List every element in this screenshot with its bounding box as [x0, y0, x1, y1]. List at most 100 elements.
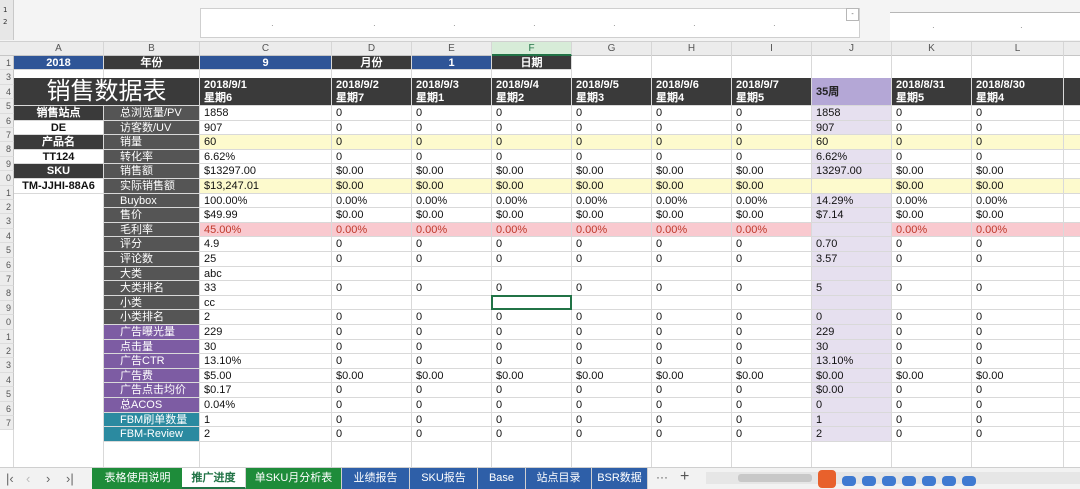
outline-level-buttons[interactable]: 1 2: [0, 0, 14, 40]
metric-value[interactable]: $0.00: [892, 179, 972, 194]
metric-value[interactable]: 0: [972, 354, 1064, 369]
metric-value[interactable]: 0: [732, 252, 812, 267]
metric-value[interactable]: 0: [492, 135, 572, 150]
sheet-tab[interactable]: 表格使用说明: [92, 468, 184, 489]
metric-value[interactable]: 5: [812, 281, 892, 296]
row-number[interactable]: 1: [0, 185, 14, 200]
metric-value[interactable]: 0: [652, 310, 732, 325]
metric-value[interactable]: $0.00: [572, 164, 652, 179]
blank-cell[interactable]: [1064, 252, 1080, 267]
metric-value[interactable]: 13297.00: [812, 164, 892, 179]
column-header-f[interactable]: F: [492, 42, 572, 56]
metric-value[interactable]: 0.00%: [412, 193, 492, 209]
sheet-tab[interactable]: 推广进度: [182, 468, 246, 489]
metric-value[interactable]: 0: [332, 281, 412, 296]
row-number[interactable]: 5: [0, 243, 14, 258]
metric-value[interactable]: 0: [972, 135, 1064, 150]
metric-value[interactable]: 0.00%: [492, 222, 572, 238]
row-number[interactable]: 2: [0, 200, 14, 215]
date-column-header[interactable]: 2018/8/30 星期4: [972, 78, 1064, 106]
metric-value[interactable]: [892, 295, 972, 311]
blank-cell[interactable]: [1064, 383, 1080, 398]
sheet-tab[interactable]: SKU报告: [410, 468, 478, 489]
metric-value[interactable]: $5.00: [200, 368, 332, 384]
metric-value[interactable]: 0: [572, 398, 652, 413]
row-number[interactable]: 5: [0, 99, 14, 114]
metric-value[interactable]: 1858: [812, 106, 892, 121]
date-column-header[interactable]: 2018/8/31 星期5: [892, 78, 972, 106]
metric-label[interactable]: Buybox: [104, 193, 200, 209]
column-header-g[interactable]: G: [572, 42, 652, 56]
metric-value[interactable]: 0.00%: [652, 193, 732, 209]
metric-value[interactable]: $0.00: [332, 208, 412, 223]
metric-value[interactable]: [572, 266, 652, 282]
info-label[interactable]: 销售站点: [14, 106, 104, 121]
metric-value[interactable]: 0: [652, 120, 732, 136]
metric-value[interactable]: 0: [332, 427, 412, 442]
metric-value[interactable]: 0: [652, 135, 732, 150]
blank-cell[interactable]: [1064, 427, 1080, 442]
blank-cell[interactable]: [1064, 281, 1080, 296]
metric-value[interactable]: 0: [892, 354, 972, 369]
date-column-header[interactable]: 2018/9/6 星期4: [652, 78, 732, 106]
spreadsheet-grid[interactable]: 1 3 4 5 6 7 8 9 0 1 2 3 4 5 6 7 8 9 0 1 2 3 4 5 6 7 2018 年份 9 月份 1 日期 销售…: [0, 56, 1080, 467]
column-header-d[interactable]: D: [332, 42, 412, 56]
metric-value[interactable]: 0: [892, 252, 972, 267]
metric-value[interactable]: 0: [972, 427, 1064, 442]
blank-cell[interactable]: [1064, 368, 1080, 384]
metric-value[interactable]: 33: [200, 281, 332, 296]
column-header-h[interactable]: H: [652, 42, 732, 56]
info-value[interactable]: DE: [14, 120, 104, 136]
row-number[interactable]: 9: [0, 300, 14, 316]
metric-value[interactable]: 14.29%: [812, 193, 892, 209]
blank-cell[interactable]: [1064, 208, 1080, 223]
metric-value[interactable]: 0.70: [812, 237, 892, 252]
metric-value[interactable]: 0: [332, 120, 412, 136]
metric-value[interactable]: 0: [652, 325, 732, 340]
metric-value[interactable]: 0: [492, 237, 572, 252]
metric-value[interactable]: 0: [412, 354, 492, 369]
formula-bar[interactable]: · · · · · · ·: [200, 8, 860, 38]
metric-value[interactable]: 0: [732, 120, 812, 136]
metric-value[interactable]: 0: [332, 412, 412, 428]
metric-value[interactable]: 0: [412, 412, 492, 428]
metric-value[interactable]: 0: [812, 310, 892, 325]
blank-cell[interactable]: [1064, 222, 1080, 238]
metric-value[interactable]: 0: [972, 310, 1064, 325]
metric-value[interactable]: 0: [492, 354, 572, 369]
outline-level-1[interactable]: 1: [3, 6, 7, 14]
metric-value[interactable]: 0: [892, 398, 972, 413]
metric-label[interactable]: 广告费: [104, 368, 200, 384]
metric-label[interactable]: 点击量: [104, 339, 200, 355]
metric-value[interactable]: 0: [412, 106, 492, 121]
column-header-b[interactable]: B: [104, 42, 200, 56]
row-number[interactable]: 4: [0, 228, 14, 244]
info-label[interactable]: SKU: [14, 164, 104, 179]
metric-label[interactable]: 评分: [104, 237, 200, 252]
row-number[interactable]: 6: [0, 257, 14, 272]
blank-cell[interactable]: [1064, 295, 1080, 311]
metric-value[interactable]: $0.00: [892, 164, 972, 179]
metric-value[interactable]: $0.00: [332, 179, 412, 194]
metric-value[interactable]: 0: [492, 149, 572, 165]
metric-value[interactable]: 25: [200, 252, 332, 267]
metric-value[interactable]: $0.00: [972, 164, 1064, 179]
month-value[interactable]: 9: [200, 56, 332, 71]
metric-value[interactable]: 0: [732, 339, 812, 355]
metric-value[interactable]: $0.00: [412, 164, 492, 179]
info-value[interactable]: TM-JJHI-88A6: [14, 179, 104, 194]
metric-value[interactable]: 0: [892, 325, 972, 340]
year-label[interactable]: 年份: [104, 56, 200, 71]
metric-value[interactable]: 0: [492, 325, 572, 340]
metric-value[interactable]: 0.00%: [732, 193, 812, 209]
year-value[interactable]: 2018: [14, 56, 104, 71]
row-number[interactable]: 6: [0, 401, 14, 416]
sheet-tab[interactable]: 单SKU月分析表: [246, 468, 342, 489]
blank-cell[interactable]: [1064, 354, 1080, 369]
metric-value[interactable]: [812, 222, 892, 238]
metric-value[interactable]: 0: [492, 106, 572, 121]
metric-value[interactable]: 0.00%: [492, 193, 572, 209]
add-sheet-icon[interactable]: +: [680, 468, 689, 486]
metric-value[interactable]: 0: [892, 135, 972, 150]
metric-value[interactable]: 0: [972, 237, 1064, 252]
